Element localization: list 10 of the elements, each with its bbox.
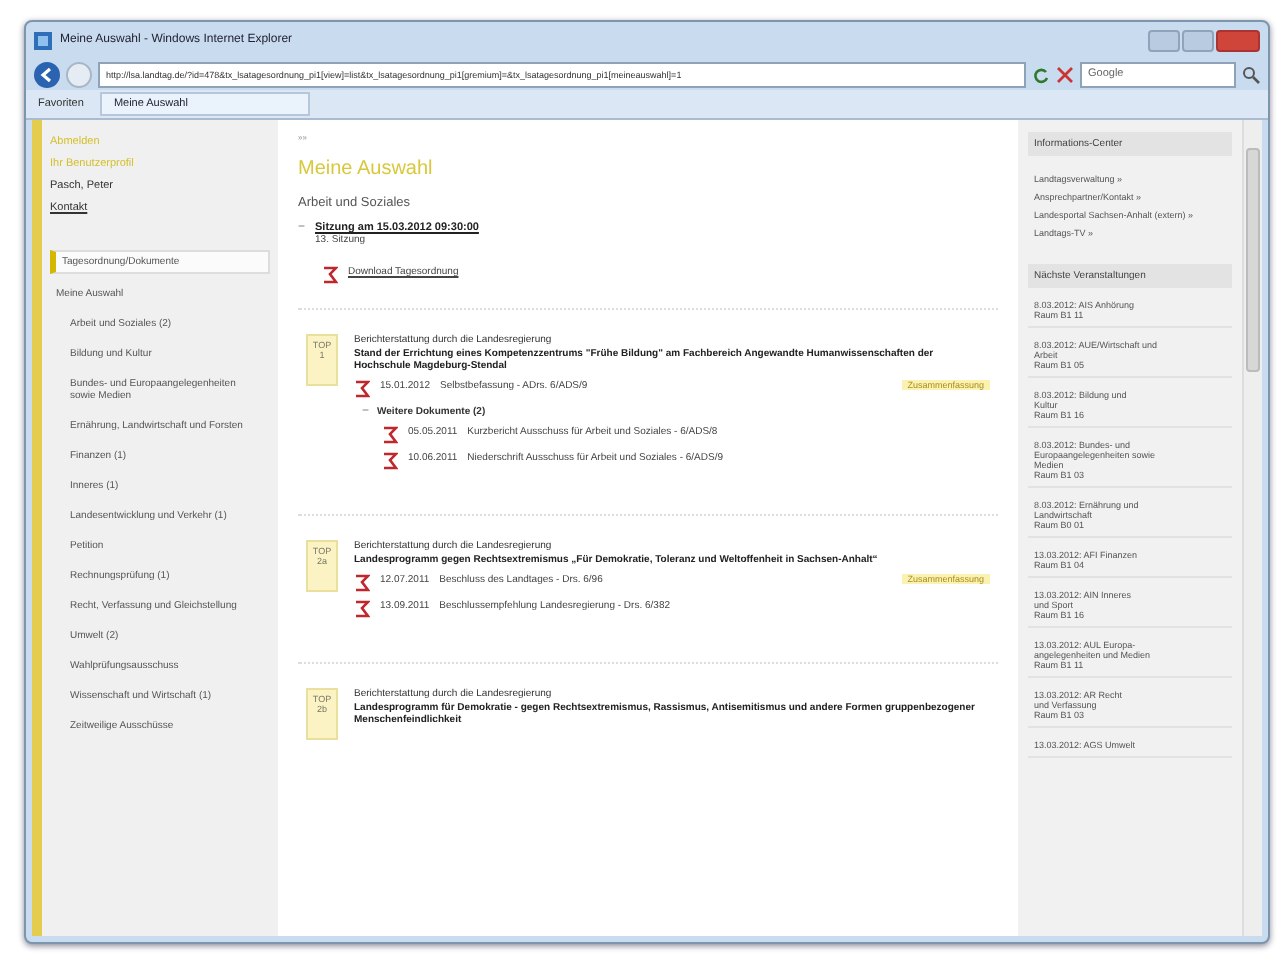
pdf-icon [354,380,370,398]
search-icon[interactable] [1242,65,1260,83]
page-title: Meine Auswahl [298,158,435,180]
back-icon[interactable] [34,61,60,87]
scrollbar[interactable] [1242,120,1262,936]
close-icon[interactable] [1056,65,1074,83]
close-button[interactable] [1216,29,1260,51]
browser-icon [34,31,52,49]
refresh-icon[interactable] [1032,65,1050,83]
pdf-icon [322,266,338,284]
